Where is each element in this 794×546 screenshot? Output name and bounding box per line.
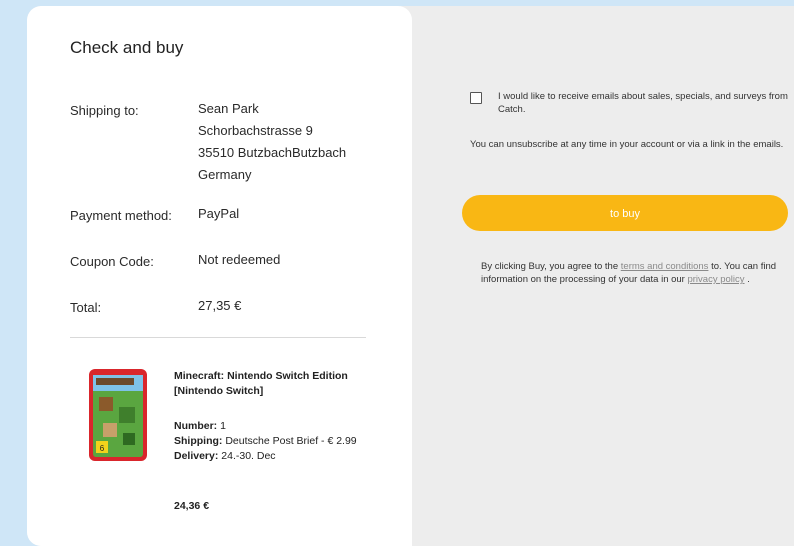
shipping-country: Germany [198,167,252,182]
total-value: 27,35 € [198,298,242,313]
product-price: 24,36 € [174,500,210,512]
privacy-link[interactable]: privacy policy [687,274,744,285]
product-number: Number: 1 [174,420,226,432]
buy-button[interactable]: to buy [462,195,788,231]
legal-notice: By clicking Buy, you agree to the terms … [481,261,777,285]
newsletter-checkbox[interactable] [470,92,482,104]
order-summary-panel: Check and buy Shipping to: Sean Park Sch… [27,6,412,546]
product-image: 6 [85,367,151,463]
age-rating-badge: 6 [100,444,105,453]
terms-link[interactable]: terms and conditions [621,261,709,272]
product-details: Number: 1 Shipping: Deutsche Post Brief … [174,419,364,464]
shipping-street: Schorbachstrasse 9 [198,123,313,138]
game-box-icon: 6 [89,369,147,461]
coupon-value: Not redeemed [198,252,281,267]
product-delivery: Delivery: 24.-30. Dec [174,450,276,462]
shipping-address: Sean Park Schorbachstrasse 9 35510 Butzb… [198,98,346,186]
page-title: Check and buy [70,38,184,57]
shipping-label: Shipping to: [70,103,139,118]
checkout-card: Check and buy Shipping to: Sean Park Sch… [27,6,794,546]
divider [70,337,366,338]
shipping-city: 35510 ButzbachButzbach [198,145,347,160]
total-label: Total: [70,300,102,315]
newsletter-text: I would like to receive emails about sal… [498,91,788,115]
payment-value: PayPal [198,206,240,221]
product-shipping: Shipping: Deutsche Post Brief - € 2.99 [174,435,357,447]
coupon-label: Coupon Code: [70,254,154,269]
payment-label: Payment method: [70,208,172,223]
shipping-name: Sean Park [198,101,259,116]
product-title: Minecraft: Nintendo Switch Edition [Nint… [174,370,348,397]
unsubscribe-note: You can unsubscribe at any time in your … [470,139,784,150]
